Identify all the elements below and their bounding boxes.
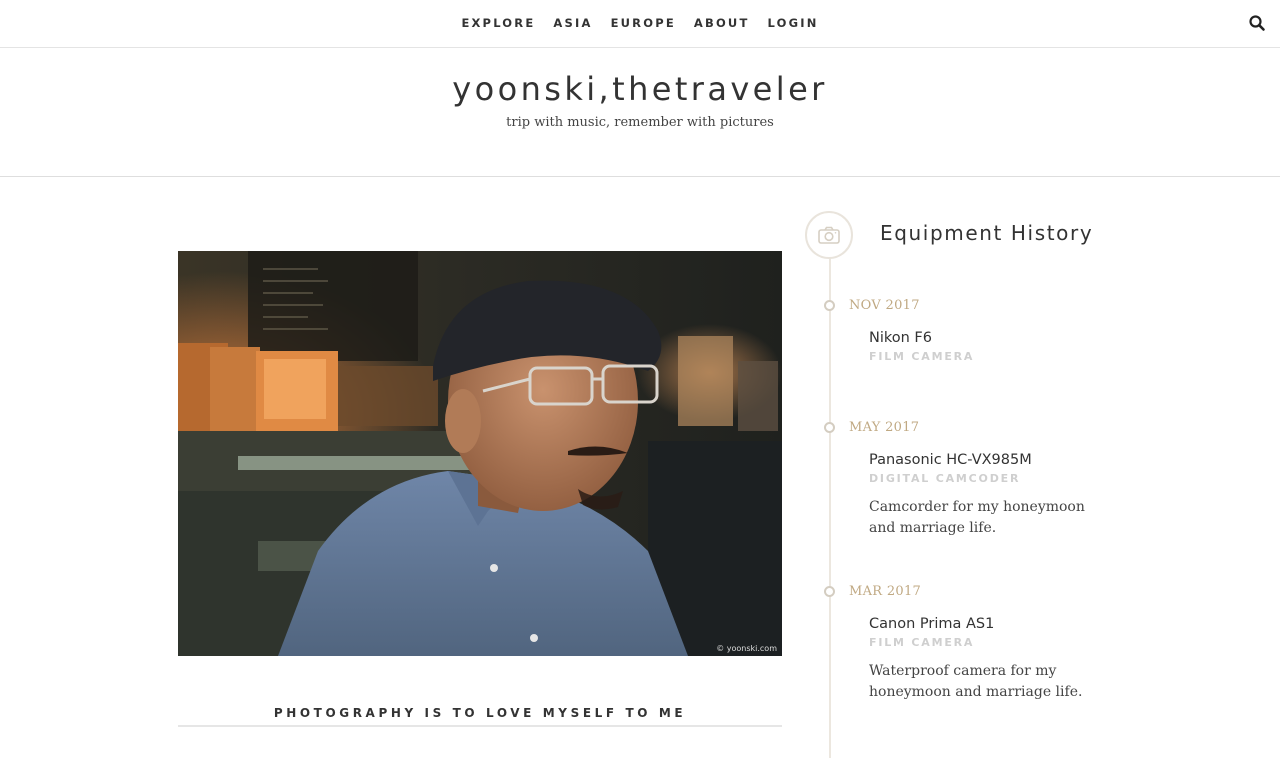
equipment-description: Camcorder for my honeymoon and marriage … <box>869 499 1085 536</box>
search-icon[interactable] <box>1248 14 1266 32</box>
nav-item-about[interactable]: ABOUT <box>694 16 750 30</box>
equipment-name: Canon Prima AS1 <box>869 616 995 632</box>
nav-item-explore[interactable]: EXPLORE <box>461 16 535 30</box>
equipment-date: NOV 2017 <box>849 298 920 313</box>
top-navigation: EXPLORE ASIA EUROPE ABOUT LOGIN <box>0 0 1280 48</box>
photo-caption: PHOTOGRAPHY IS TO LOVE MYSELF TO ME <box>178 706 782 727</box>
photo-credit: © yoonski.com <box>716 644 777 653</box>
equipment-name: Panasonic HC-VX985M <box>869 452 1032 468</box>
timeline-line <box>829 258 831 758</box>
nav-item-login[interactable]: LOGIN <box>768 16 819 30</box>
equipment-date: MAR 2017 <box>849 584 922 599</box>
equipment-description: Waterproof camera for my honeymoon and m… <box>869 663 1083 700</box>
equipment-type: FILM CAMERA <box>869 350 975 363</box>
timeline-dot <box>824 586 835 597</box>
site-tagline: trip with music, remember with pictures <box>506 115 774 130</box>
site-title[interactable]: yoonski,thetraveler <box>0 70 1280 108</box>
site-header: yoonski,thetraveler trip with music, rem… <box>0 48 1280 177</box>
camera-icon <box>805 211 853 259</box>
nav-item-europe[interactable]: EUROPE <box>611 16 676 30</box>
featured-photo: © yoonski.com <box>178 251 782 656</box>
equipment-history-heading: Equipment History <box>880 221 1094 245</box>
nav-item-asia[interactable]: ASIA <box>553 16 592 30</box>
equipment-type: DIGITAL CAMCODER <box>869 472 1021 485</box>
timeline-dot <box>824 300 835 311</box>
equipment-name: Nikon F6 <box>869 330 932 346</box>
timeline-dot <box>824 422 835 433</box>
equipment-date: MAY 2017 <box>849 420 920 435</box>
equipment-type: FILM CAMERA <box>869 636 975 649</box>
nav-menu: EXPLORE ASIA EUROPE ABOUT LOGIN <box>0 16 1280 30</box>
